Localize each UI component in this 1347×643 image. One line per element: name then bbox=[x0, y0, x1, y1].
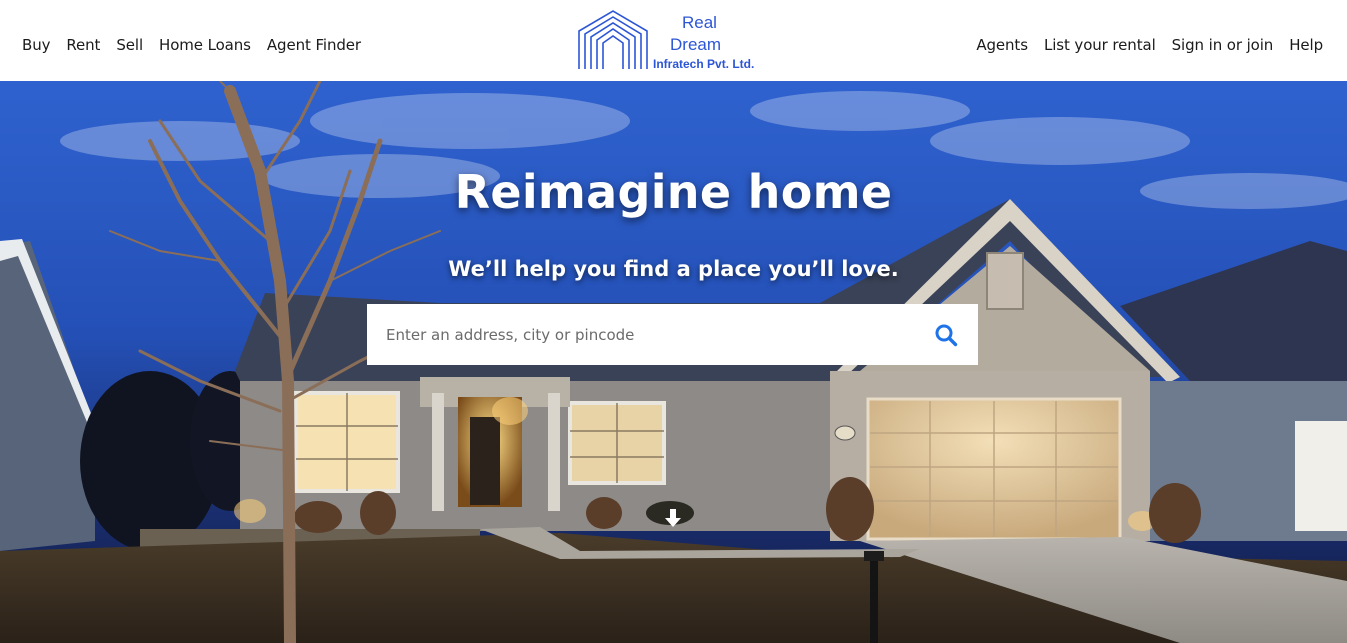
search-icon bbox=[935, 324, 958, 347]
hero-title: Reimagine home bbox=[454, 165, 893, 219]
secondary-nav: Agents List your rental Sign in or join … bbox=[960, 36, 1323, 54]
nav-list-rental-link[interactable]: List your rental bbox=[1044, 36, 1156, 54]
search-input[interactable] bbox=[367, 304, 907, 365]
scroll-down-button[interactable] bbox=[661, 506, 685, 530]
house-outline-icon bbox=[578, 10, 648, 69]
nav-help-link[interactable]: Help bbox=[1289, 36, 1323, 54]
hero-section: Reimagine home We’ll help you find a pla… bbox=[0, 81, 1347, 643]
nav-home-loans-link[interactable]: Home Loans bbox=[159, 36, 251, 54]
primary-nav: Buy Rent Sell Home Loans Agent Finder bbox=[22, 36, 377, 54]
nav-rent-link[interactable]: Rent bbox=[66, 36, 100, 54]
logo-line-real: Real bbox=[682, 13, 717, 32]
arrow-down-icon bbox=[665, 509, 681, 527]
nav-buy-link[interactable]: Buy bbox=[22, 36, 50, 54]
hero-subtitle: We’ll help you find a place you’ll love. bbox=[448, 257, 899, 281]
nav-agent-finder-link[interactable]: Agent Finder bbox=[267, 36, 361, 54]
search-button[interactable] bbox=[934, 323, 958, 347]
nav-agents-link[interactable]: Agents bbox=[976, 36, 1028, 54]
nav-sign-in-link[interactable]: Sign in or join bbox=[1172, 36, 1274, 54]
site-header: Buy Rent Sell Home Loans Agent Finder Re… bbox=[0, 0, 1347, 81]
nav-sell-link[interactable]: Sell bbox=[116, 36, 143, 54]
search-bar bbox=[367, 304, 978, 365]
logo-line-company: Infratech Pvt. Ltd. bbox=[653, 57, 755, 71]
logo-line-dream: Dream bbox=[670, 35, 722, 54]
site-logo[interactable]: Real Dream Infratech Pvt. Ltd. bbox=[577, 9, 767, 73]
